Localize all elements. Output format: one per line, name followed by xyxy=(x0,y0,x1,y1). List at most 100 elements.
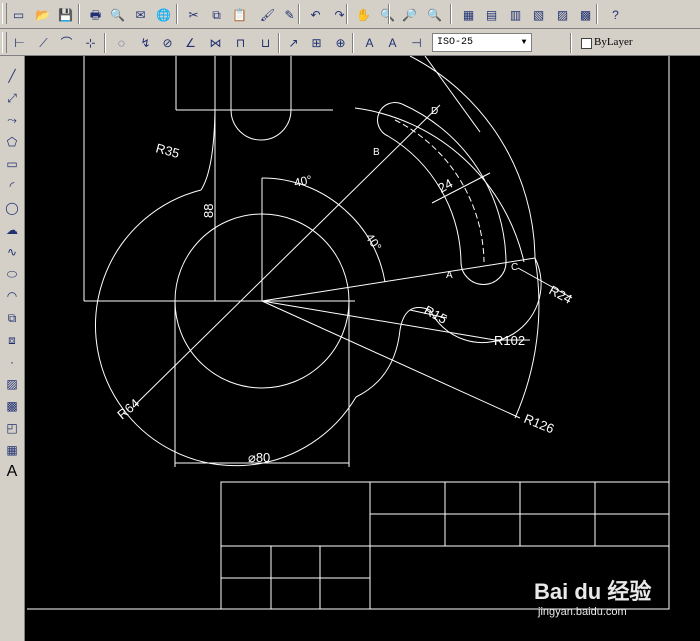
revision-cloud-icon[interactable]: ☁ xyxy=(2,220,22,240)
label-r64: R64 xyxy=(114,395,142,422)
dimension-update-icon[interactable]: ⊣ xyxy=(407,33,426,52)
chevron-down-icon[interactable]: ▼ xyxy=(517,34,531,51)
slot-end-arc xyxy=(230,109,292,141)
radial-line xyxy=(261,300,521,419)
toolbar-separator xyxy=(298,4,300,24)
hatch-icon[interactable]: ▨ xyxy=(2,374,22,394)
dim-style-select[interactable]: ISO-25 ▼ xyxy=(432,33,532,52)
polyline-icon[interactable]: ⤳ xyxy=(2,110,22,130)
quick-leader-icon[interactable]: ↗ xyxy=(284,33,303,52)
make-block-icon[interactable]: ⧈ xyxy=(2,330,22,350)
ellipse-arc-icon[interactable]: ◠ xyxy=(2,286,22,306)
multiline-text-icon[interactable]: A xyxy=(2,462,22,482)
radius-dimension-icon[interactable]: ◌ xyxy=(112,33,131,52)
label-point-c: C xyxy=(511,262,518,273)
drawing-canvas[interactable]: R35 R64 R24 R15 R102 R126 ⌀80 88 24 40° … xyxy=(25,56,700,641)
construction-line-icon[interactable]: ⤢ xyxy=(2,88,22,108)
sheet-set-manager-icon[interactable]: ▧ xyxy=(529,5,548,24)
layer-color-swatch[interactable] xyxy=(581,38,592,49)
rectangle-icon[interactable]: ▭ xyxy=(2,154,22,174)
ellipse-icon[interactable]: ⬭ xyxy=(2,264,22,284)
zoom-window-icon[interactable]: 🔎 xyxy=(400,5,419,24)
center-mark-icon[interactable]: ⊕ xyxy=(331,33,350,52)
slot-end-arc xyxy=(377,102,403,137)
design-center-icon[interactable]: ▤ xyxy=(482,5,501,24)
spline-icon[interactable]: ∿ xyxy=(2,242,22,262)
new-icon[interactable]: ▭ xyxy=(9,5,28,24)
ordinate-dimension-icon[interactable]: ⊹ xyxy=(81,33,100,52)
table-icon[interactable]: ▦ xyxy=(2,440,22,460)
quick-dimension-icon[interactable]: ⋈ xyxy=(206,33,225,52)
construction-line xyxy=(424,56,481,133)
toolbar-separator xyxy=(352,33,354,53)
standard-toolbar: ▭ 📂 💾 🖶 🔍 ✉ 🌐 ✂ ⧉ 📋 🖌 ✎ ↶ ↷ ✋ 🔍 🔎 🔍 ▦ ▤ ▥ ▧ ▨ ▩? xyxy=(0,0,700,29)
label-dia80: ⌀80 xyxy=(248,450,270,465)
properties-icon[interactable]: ▦ xyxy=(459,5,478,24)
cut-icon[interactable]: ✂ xyxy=(184,5,203,24)
paste-icon[interactable]: 📋 xyxy=(230,5,249,24)
toolbar-separator xyxy=(176,4,178,24)
publish-icon[interactable]: ✉ xyxy=(131,5,150,24)
circle-icon[interactable]: ◯ xyxy=(2,198,22,218)
label-point-d: D xyxy=(431,106,438,117)
label-r24: R24 xyxy=(547,282,575,306)
label-r102: R102 xyxy=(494,333,525,348)
toolbar-separator xyxy=(450,4,452,24)
tolerance-icon[interactable]: ⊞ xyxy=(307,33,326,52)
help-icon[interactable]: ? xyxy=(606,5,625,24)
label-dim88: 88 xyxy=(201,204,216,218)
draw-toolbar: ╱ ⤢ ⤳ ⬠ ▭ ◜ ◯ ☁ ∿ ⬭ ◠ ⧉ ⧈ · ▨ ▩ ◰ ▦ A xyxy=(0,56,25,641)
dimension-edit-icon[interactable]: A xyxy=(360,33,379,52)
toolbar-separator xyxy=(346,4,348,24)
match-properties-icon[interactable]: 🖌 xyxy=(258,5,277,24)
slot-inner-arc xyxy=(387,135,462,263)
region-icon[interactable]: ◰ xyxy=(2,418,22,438)
polygon-icon[interactable]: ⬠ xyxy=(2,132,22,152)
undo-icon[interactable]: ↶ xyxy=(306,5,325,24)
line-icon[interactable]: ╱ xyxy=(2,66,22,86)
zoom-previous-icon[interactable]: 🔍 xyxy=(425,5,444,24)
drawing-svg: R35 R64 R24 R15 R102 R126 ⌀80 88 24 40° … xyxy=(27,56,670,610)
diameter-dimension-icon[interactable]: ⊘ xyxy=(158,33,177,52)
watermark-url: jingyan.baidu.com xyxy=(538,606,627,618)
copy-icon[interactable]: ⧉ xyxy=(207,5,226,24)
dim-style-value: ISO-25 xyxy=(437,37,474,48)
label-point-a: A xyxy=(446,270,453,281)
jogged-dimension-icon[interactable]: ↯ xyxy=(136,33,155,52)
etransmit-icon[interactable]: 🌐 xyxy=(154,5,173,24)
toolbar-separator xyxy=(596,4,598,24)
dimension-text-edit-icon[interactable]: A xyxy=(383,33,402,52)
toolbar-grip[interactable] xyxy=(2,32,7,53)
toolbar-grip[interactable] xyxy=(2,3,7,24)
angular-dimension-icon[interactable]: ∠ xyxy=(181,33,200,52)
continue-dimension-icon[interactable]: ⊔ xyxy=(256,33,275,52)
print-icon[interactable]: 🖶 xyxy=(86,5,105,24)
arc-length-icon[interactable]: ⌒ xyxy=(57,33,76,52)
gradient-icon[interactable]: ▩ xyxy=(2,396,22,416)
pan-icon[interactable]: ✋ xyxy=(354,5,373,24)
arc-icon[interactable]: ◜ xyxy=(2,176,22,196)
label-r35: R35 xyxy=(154,140,181,161)
baseline-dimension-icon[interactable]: ⊓ xyxy=(231,33,250,52)
open-icon[interactable]: 📂 xyxy=(33,5,52,24)
label-point-b: B xyxy=(373,147,380,158)
save-icon[interactable]: 💾 xyxy=(56,5,75,24)
calculator-icon[interactable]: ▩ xyxy=(576,5,595,24)
point-icon[interactable]: · xyxy=(2,352,22,372)
linear-dimension-icon[interactable]: ⊢ xyxy=(10,33,29,52)
toolbar-separator xyxy=(388,4,390,24)
print-preview-icon[interactable]: 🔍 xyxy=(108,5,127,24)
tool-palettes-icon[interactable]: ▥ xyxy=(506,5,525,24)
aligned-dimension-icon[interactable]: ⟋ xyxy=(34,33,53,52)
block-editor-icon[interactable]: ✎ xyxy=(280,5,299,24)
radial-line xyxy=(261,257,536,302)
arc-r126 xyxy=(409,56,536,259)
layer-label: ByLayer xyxy=(594,36,633,48)
label-r15: R15 xyxy=(422,302,450,326)
insert-block-icon[interactable]: ⧉ xyxy=(2,308,22,328)
toolbar-separator xyxy=(570,33,572,53)
radial-line xyxy=(261,300,496,341)
label-r126: R126 xyxy=(522,411,556,437)
markup-set-manager-icon[interactable]: ▨ xyxy=(553,5,572,24)
fillet-r35 xyxy=(200,109,216,191)
